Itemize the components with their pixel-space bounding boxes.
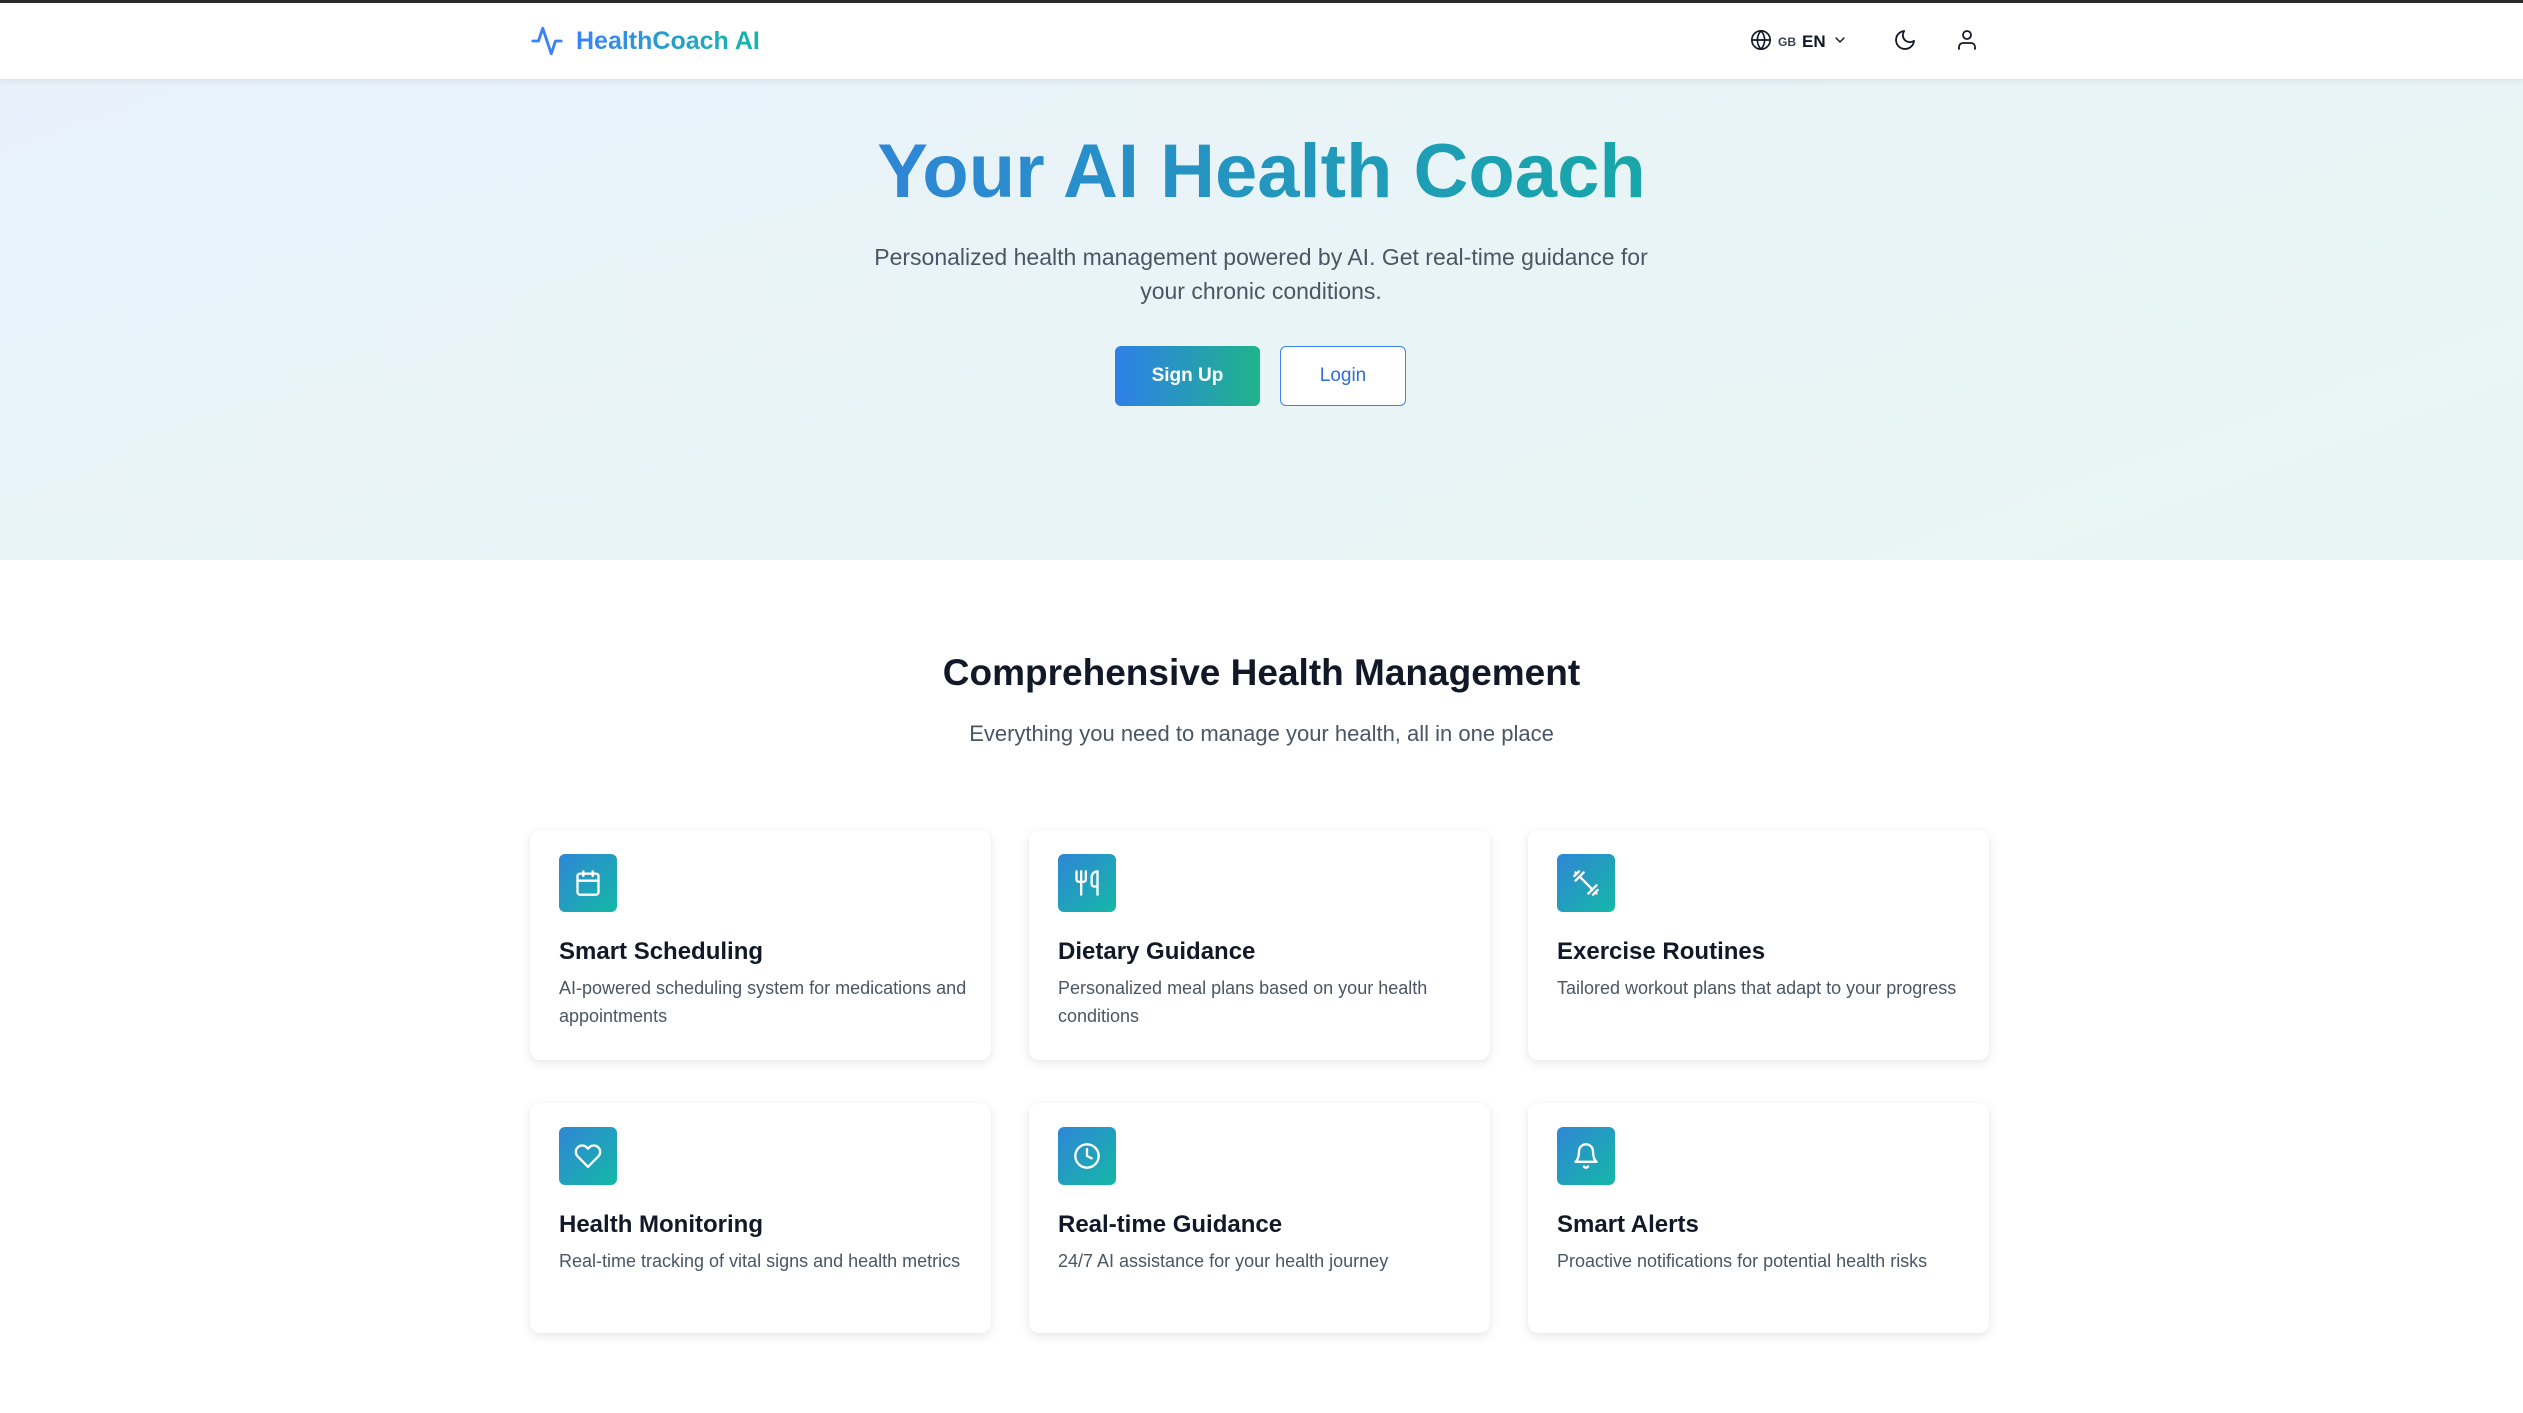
features-title: Comprehensive Health Management	[942, 652, 1581, 693]
language-flag: GB	[1778, 35, 1796, 49]
hero-title: Your AI Health Coach	[0, 130, 2523, 214]
heart-icon	[559, 1127, 617, 1185]
feature-card-description: Personalized meal plans based on your he…	[1058, 978, 1428, 1026]
hero-actions: Sign Up Login	[1115, 346, 1406, 406]
feature-card-description: Proactive notifications for potential he…	[1557, 1251, 1928, 1271]
theme-toggle-button[interactable]	[1888, 25, 1922, 59]
features-subtitle: Everything you need to manage your healt…	[969, 721, 1554, 746]
moon-icon	[1893, 28, 1917, 57]
hero-section: Your AI Health Coach Personalized health…	[0, 80, 2523, 560]
feature-card-description: Tailored workout plans that adapt to you…	[1557, 978, 1957, 998]
activity-pulse-icon	[530, 24, 564, 58]
utensils-icon	[1058, 854, 1116, 912]
feature-card-title: Exercise Routines	[1557, 938, 1766, 965]
language-code: EN	[1802, 32, 1826, 51]
language-selector[interactable]: GB EN	[1750, 29, 1848, 56]
sign-up-button[interactable]: Sign Up	[1115, 346, 1260, 406]
feature-card-title: Dietary Guidance	[1058, 938, 1256, 965]
feature-card-title: Real-time Guidance	[1058, 1211, 1283, 1238]
login-button[interactable]: Login	[1280, 346, 1406, 406]
user-icon	[1955, 28, 1979, 57]
clock-icon	[1058, 1127, 1116, 1185]
hero-subtitle: Personalized health management powered b…	[874, 244, 1648, 304]
feature-card-smart-alerts[interactable]: Smart Alerts Proactive notifications for…	[1528, 1103, 1989, 1333]
chevron-down-icon	[1832, 32, 1848, 53]
navbar-actions: GB EN	[1750, 25, 1976, 59]
feature-card-real-time-guidance[interactable]: Real-time Guidance 24/7 AI assistance fo…	[1029, 1103, 1490, 1333]
user-account-button[interactable]	[1950, 25, 1984, 59]
feature-card-smart-scheduling[interactable]: Smart Scheduling AI-powered scheduling s…	[530, 830, 991, 1060]
bell-icon	[1557, 1127, 1615, 1185]
feature-card-health-monitoring[interactable]: Health Monitoring Real-time tracking of …	[530, 1103, 991, 1333]
dumbbell-icon	[1557, 854, 1615, 912]
feature-card-dietary-guidance[interactable]: Dietary Guidance Personalized meal plans…	[1029, 830, 1490, 1060]
navbar: HealthCoach AI GB EN	[0, 3, 2523, 80]
feature-card-title: Health Monitoring	[559, 1211, 763, 1238]
feature-card-exercise-routines[interactable]: Exercise Routines Tailored workout plans…	[1528, 830, 1989, 1060]
feature-card-description: Real-time tracking of vital signs and he…	[559, 1251, 961, 1271]
brand-logo-link[interactable]: HealthCoach AI	[530, 23, 760, 59]
feature-card-title: Smart Alerts	[1557, 1211, 1699, 1238]
hero-title-text: Your AI Health Coach	[877, 129, 1646, 214]
feature-card-description: 24/7 AI assistance for your health journ…	[1058, 1251, 1389, 1271]
feature-card-title: Smart Scheduling	[559, 938, 764, 965]
globe-icon	[1750, 29, 1772, 56]
brand-name: HealthCoach AI	[576, 26, 760, 55]
calendar-icon	[559, 854, 617, 912]
feature-card-description: AI-powered scheduling system for medicat…	[559, 978, 967, 1026]
